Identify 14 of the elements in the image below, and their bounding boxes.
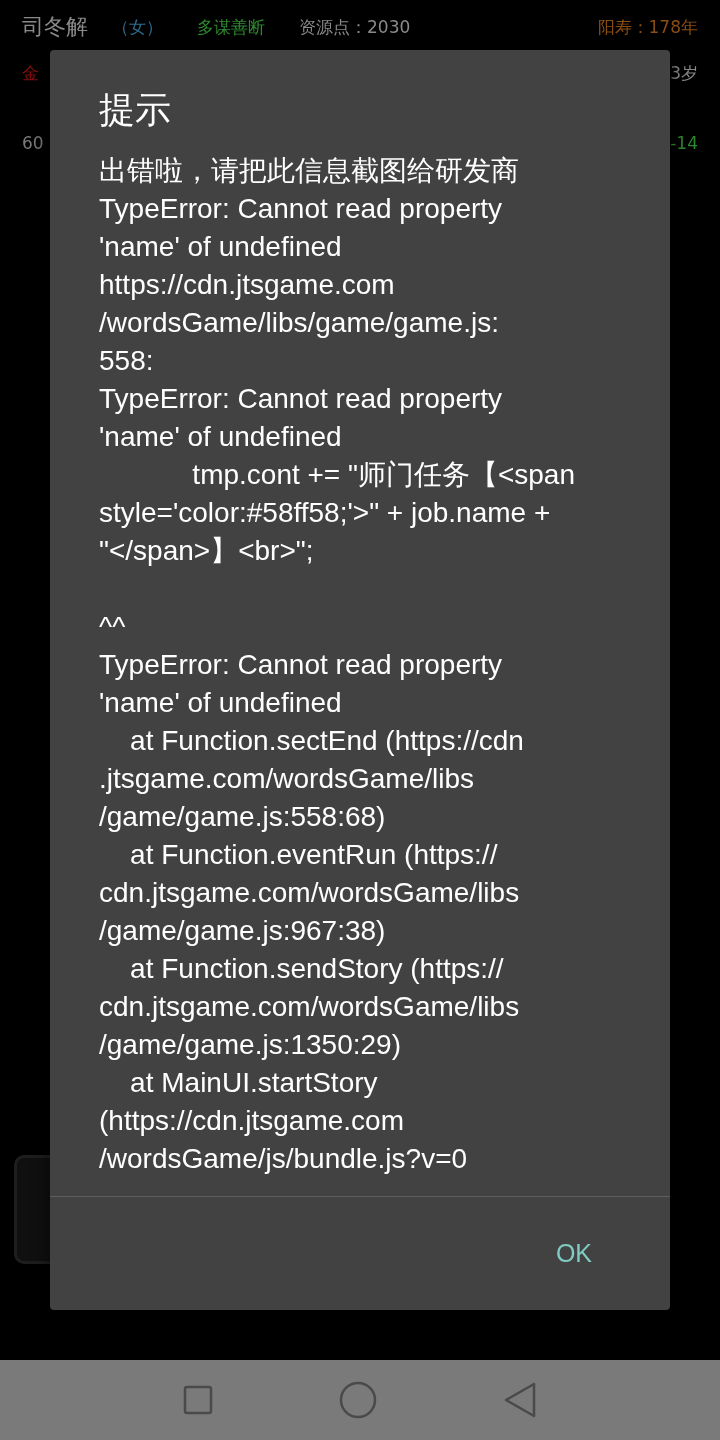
- status-text: 阳寿：178年: [597, 15, 698, 39]
- status-text: （女）: [112, 15, 163, 39]
- back-icon[interactable]: [503, 1382, 537, 1418]
- status-text: 资源点：2030: [299, 15, 411, 39]
- status-text: 司冬解: [22, 13, 88, 41]
- ok-button[interactable]: OK: [537, 1231, 610, 1276]
- status-text: 金: [22, 62, 39, 85]
- status-text: 3岁: [670, 62, 698, 85]
- status-text: 多谋善断: [197, 15, 265, 39]
- error-message: 出错啦，请把此信息截图给研发商 TypeError: Cannot read property 'name' of undefined https://cdn.jtsgame.com /wordsGame/libs/game/game.js: 558: TypeError: Cannot read property 'name' of undefined tmp.cont += "师门任务【<span style='color:#58ff58;'>" + job.name + "</span>】<br>"; ^^ TypeError: Cannot read property 'name' of undefined at Function.sectEnd (https://cdn .jtsgame.com/wordsGame/libs /game/game.js:558:68) at Function.eventRun (https:// cdn.jtsgame.com/wordsGame/libs /game/game.js:967:38) at Function.sendStory (https:// cdn.jtsgame.com/wordsGame/libs /game/game.js:1350:29) at MainUI.startStory (https://cdn.jtsgame.com /wordsGame/js/bundle.js?v=0: [99, 154, 576, 1176]
- status-text: 60: [22, 133, 44, 153]
- status-text: -14: [670, 133, 698, 153]
- recents-icon[interactable]: [183, 1385, 213, 1415]
- home-icon[interactable]: [339, 1381, 377, 1419]
